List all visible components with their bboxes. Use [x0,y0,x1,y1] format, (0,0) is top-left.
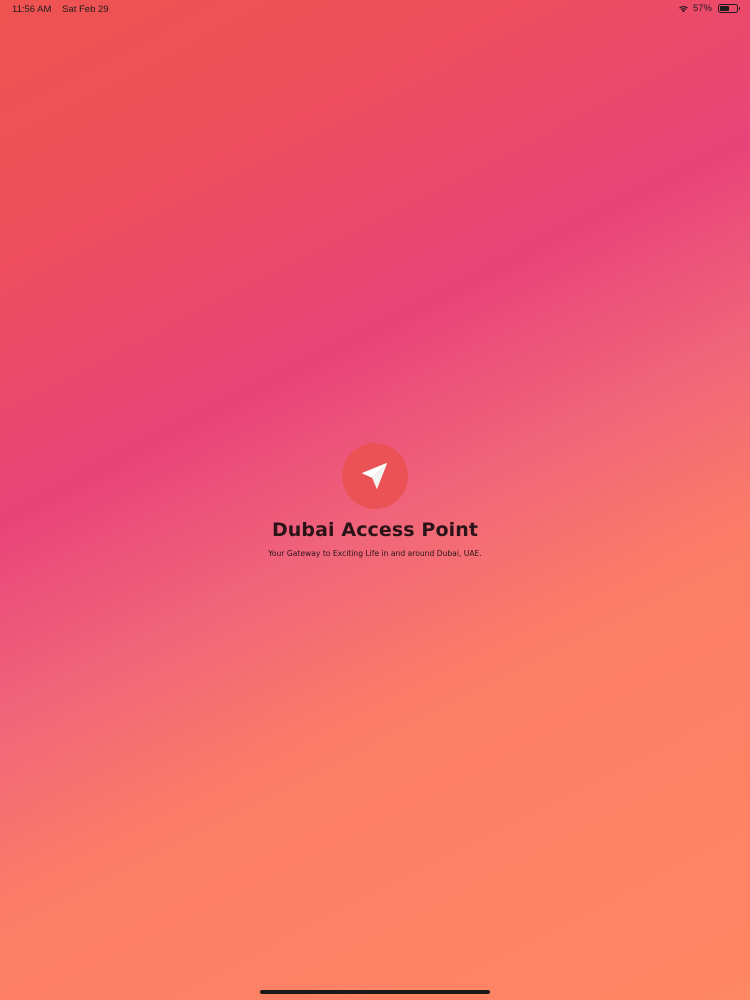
battery-level-fill [720,6,729,11]
paper-plane-icon [361,462,388,490]
splash-screen: 11:56 AM Sat Feb 29 57% Dubai Access Poi… [0,0,750,1000]
status-bar: 11:56 AM Sat Feb 29 57% [0,0,750,18]
status-left: 11:56 AM Sat Feb 29 [12,4,109,15]
battery-icon [718,4,740,13]
status-date: Sat Feb 29 [62,4,109,15]
app-title: Dubai Access Point [271,519,479,541]
battery-percent: 57% [692,3,712,14]
home-indicator[interactable] [260,990,490,994]
app-tagline: Your Gateway to Exciting Life in and aro… [268,549,482,558]
status-time: 11:56 AM [12,4,52,15]
status-right: 57% [678,3,740,14]
app-logo [342,443,408,509]
wifi-icon [679,5,688,13]
